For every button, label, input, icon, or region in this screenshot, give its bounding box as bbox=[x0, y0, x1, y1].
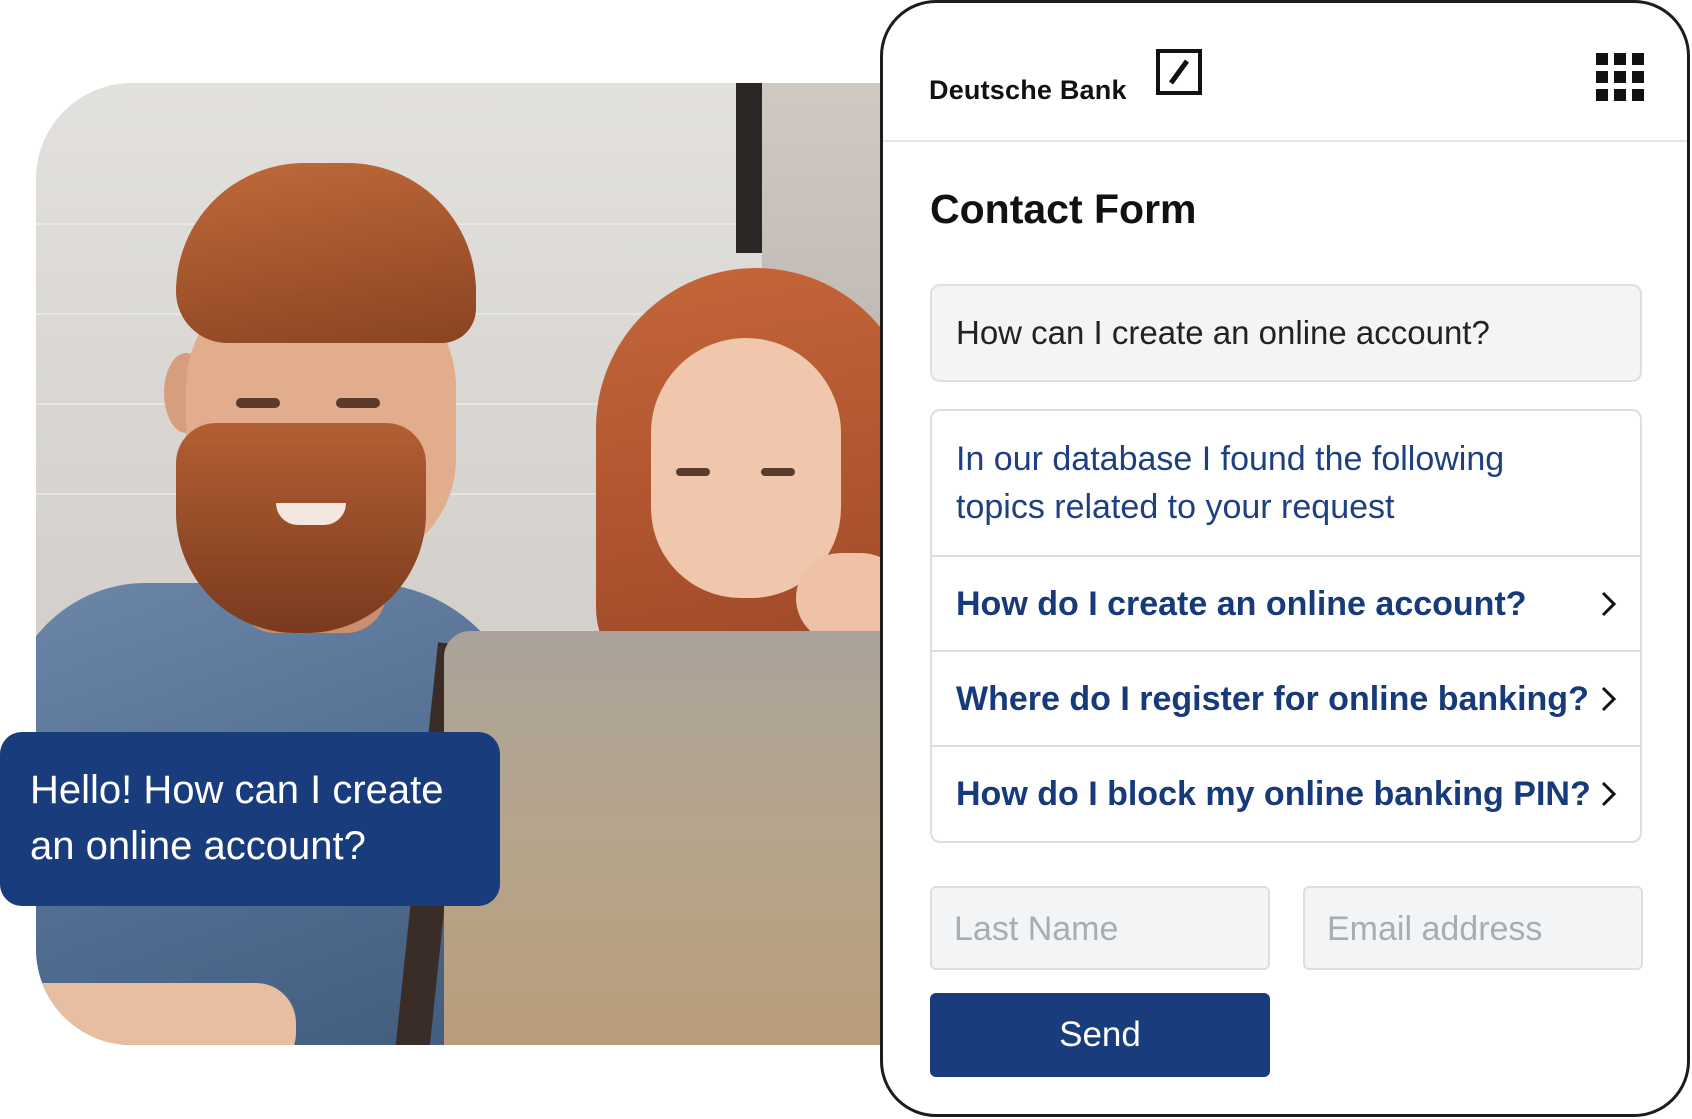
chevron-right-icon bbox=[1601, 781, 1617, 807]
result-item-label: How do I create an online account? bbox=[956, 585, 1527, 623]
last-name-field[interactable]: Last Name bbox=[930, 886, 1270, 970]
panel-header: Deutsche Bank bbox=[883, 3, 1687, 142]
result-item-label: How do I block my online banking PIN? bbox=[956, 775, 1591, 813]
results-list: In our database I found the following to… bbox=[930, 409, 1642, 843]
laptop bbox=[444, 631, 936, 1045]
question-input[interactable]: How can I create an online account? bbox=[930, 284, 1642, 382]
result-item[interactable]: Where do I register for online banking? bbox=[932, 652, 1640, 747]
results-intro-line: topics related to your request bbox=[956, 488, 1395, 526]
chevron-right-icon bbox=[1601, 686, 1617, 712]
result-item[interactable]: How do I block my online banking PIN? bbox=[932, 747, 1640, 842]
chat-bubble: Hello! How can I create an online accoun… bbox=[0, 732, 500, 906]
send-button[interactable]: Send bbox=[930, 993, 1270, 1077]
apps-grid-icon[interactable] bbox=[1596, 53, 1644, 101]
results-intro-line: In our database I found the following bbox=[956, 440, 1505, 478]
brand-name: Deutsche Bank bbox=[929, 75, 1127, 105]
contact-panel: Deutsche Bank Contact Form How can I cre… bbox=[880, 0, 1690, 1117]
chat-bubble-line: an online account? bbox=[30, 824, 366, 868]
chevron-right-icon bbox=[1601, 591, 1617, 617]
chat-bubble-line: Hello! How can I create bbox=[30, 768, 444, 812]
result-item[interactable]: How do I create an online account? bbox=[932, 557, 1640, 652]
result-item-label: Where do I register for online banking? bbox=[956, 680, 1589, 718]
email-field[interactable]: Email address bbox=[1303, 886, 1643, 970]
deutsche-bank-logo-icon bbox=[1156, 49, 1202, 95]
results-intro: In our database I found the following to… bbox=[932, 411, 1640, 557]
page-title: Contact Form bbox=[930, 186, 1197, 232]
